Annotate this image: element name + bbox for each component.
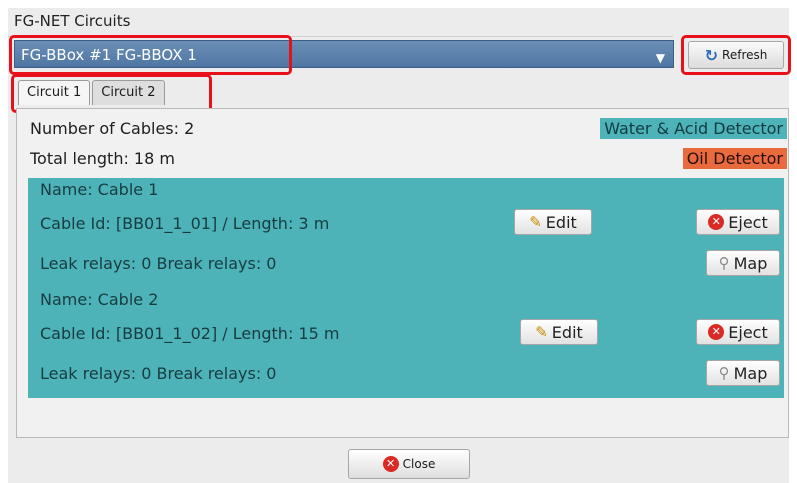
oil-detector-badge: Oil Detector [682, 148, 787, 169]
eject-label: Eject [728, 322, 768, 342]
map-button[interactable]: ⚲ Map [706, 250, 780, 276]
pencil-icon: ✎ [529, 213, 542, 231]
map-label: Map [733, 253, 768, 273]
close-icon: ✕ [708, 324, 725, 340]
edit-label: Edit [545, 212, 577, 232]
cable-count: Number of Cables: 2 [30, 119, 195, 138]
water-acid-detector-badge: Water & Acid Detector [600, 118, 787, 139]
edit-button[interactable]: ✎ Edit [514, 209, 592, 235]
cable-name: Name: Cable 2 [40, 290, 159, 309]
dialog-title: FG-NET Circuits [14, 12, 131, 30]
chevron-down-icon[interactable]: ▼ [656, 51, 665, 65]
cable-details: Cable Id: [BB01_1_01] / Length: 3 m [40, 214, 330, 233]
eject-button[interactable]: ✕ Eject [696, 209, 780, 235]
map-label: Map [733, 363, 768, 383]
map-button[interactable]: ⚲ Map [706, 360, 780, 386]
close-icon: ✕ [382, 456, 399, 472]
edit-button[interactable]: ✎ Edit [520, 319, 598, 345]
search-icon: ⚲ [718, 254, 730, 272]
close-label: Close [402, 457, 436, 471]
cable-relays: Leak relays: 0 Break relays: 0 [40, 254, 277, 273]
total-length: Total length: 18 m [30, 149, 175, 168]
search-icon: ⚲ [718, 364, 730, 382]
refresh-highlight [681, 35, 791, 75]
eject-button[interactable]: ✕ Eject [696, 319, 780, 345]
close-button[interactable]: ✕ Close [348, 449, 470, 479]
selector-highlight [9, 35, 292, 75]
pencil-icon: ✎ [535, 323, 548, 341]
cable-relays: Leak relays: 0 Break relays: 0 [40, 364, 277, 383]
close-icon: ✕ [708, 214, 725, 230]
cable-name: Name: Cable 1 [40, 180, 159, 199]
cable-details: Cable Id: [BB01_1_02] / Length: 15 m [40, 324, 340, 343]
cable-card: Name: Cable 2 Cable Id: [BB01_1_02] / Le… [28, 288, 784, 398]
edit-label: Edit [551, 322, 583, 342]
cable-card: Name: Cable 1 Cable Id: [BB01_1_01] / Le… [28, 178, 784, 288]
eject-label: Eject [728, 212, 768, 232]
